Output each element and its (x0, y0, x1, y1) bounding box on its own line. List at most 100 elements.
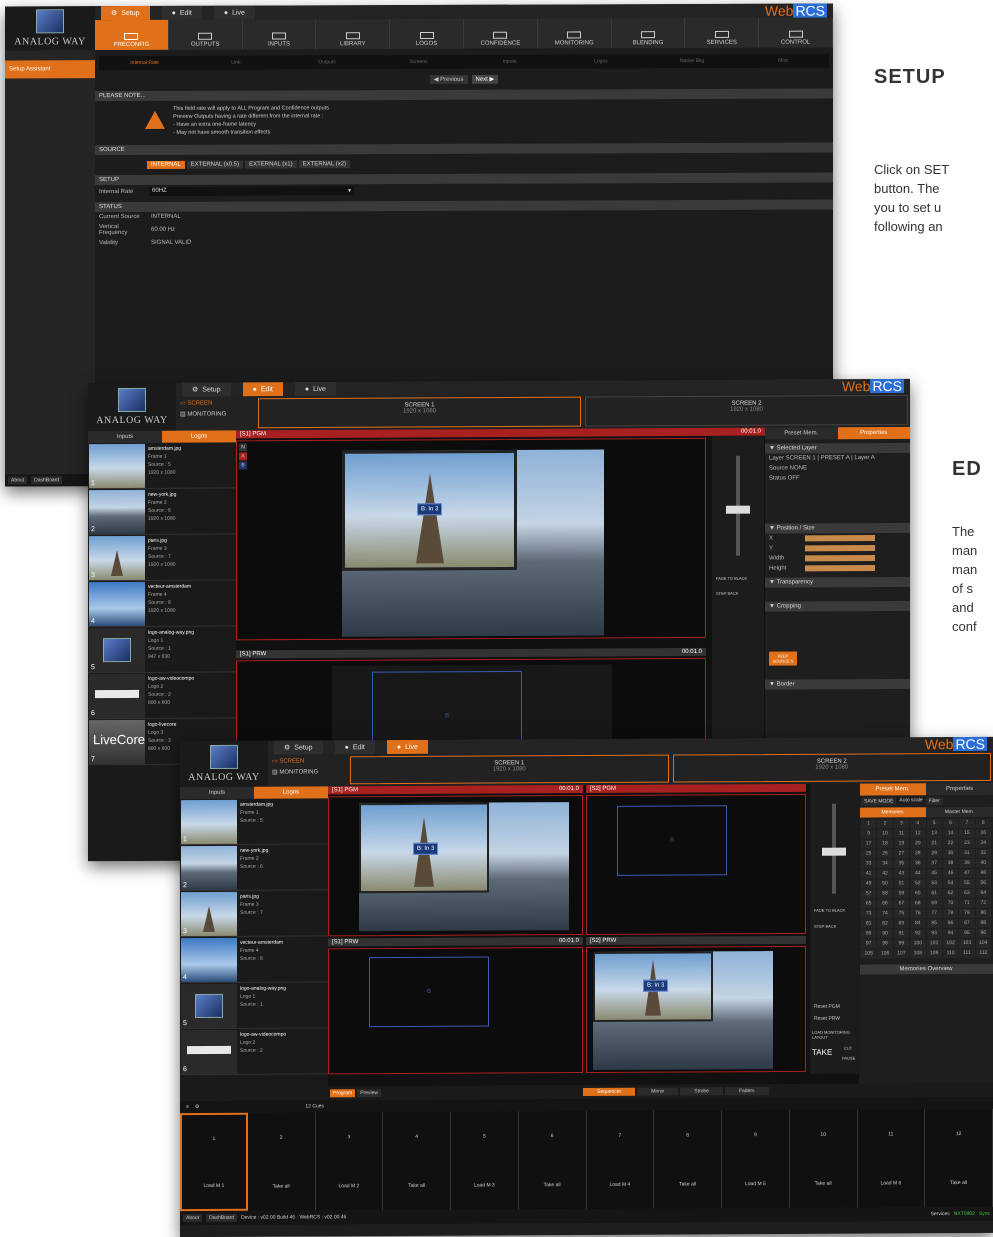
sidebar-item-setup-assistant[interactable]: Setup Assistant (5, 60, 95, 79)
memory-slot[interactable]: 85 (926, 919, 942, 929)
cue-item[interactable]: 4 Take all (383, 1111, 451, 1211)
auto-scale-toggle[interactable]: Auto scale (899, 797, 922, 805)
memory-slot[interactable]: 8 (975, 818, 991, 828)
wizard-step-screens[interactable]: Screens (373, 59, 464, 65)
memory-slot[interactable]: 19 (893, 839, 910, 849)
memory-slot[interactable]: 50 (877, 879, 893, 889)
field-bar[interactable] (805, 535, 875, 542)
cut-button[interactable]: CUT (844, 1046, 852, 1051)
field-bar[interactable] (805, 565, 875, 572)
memory-slot[interactable]: 101 (926, 939, 942, 949)
memory-slot[interactable]: 42 (877, 869, 893, 879)
memory-slot[interactable]: 74 (877, 909, 893, 919)
memory-slot[interactable]: 17 (861, 839, 877, 849)
cue-item[interactable]: 6 Take all (518, 1111, 587, 1210)
step-back-button[interactable]: STEP BACK (814, 924, 858, 929)
memory-slot[interactable]: 14 (942, 829, 959, 839)
wizard-step-logos[interactable]: Logos (555, 58, 646, 64)
pgm-monitor[interactable]: NAB B: In 3 (236, 437, 706, 641)
source-external-x1-option[interactable]: EXTERNAL (x1) (245, 160, 297, 169)
pause-button[interactable]: PAUSE (842, 1056, 855, 1061)
memory-slot[interactable]: 21 (926, 839, 942, 849)
memory-slot[interactable]: 104 (975, 938, 991, 948)
memory-slot[interactable]: 81 (861, 919, 877, 929)
preset-mem-tab[interactable]: Preset Mem. (859, 783, 926, 796)
memory-slot[interactable]: 79 (959, 908, 975, 919)
memory-slot[interactable]: 107 (893, 949, 910, 959)
keep-sources-button[interactable]: KEEP SOURCE'S (769, 651, 797, 666)
cue-item[interactable]: 11 Load M 6 (857, 1109, 926, 1208)
layer-a-button[interactable]: A (239, 452, 247, 461)
source-internal-option[interactable]: INTERNAL (147, 160, 185, 169)
memory-slot[interactable]: 53 (926, 879, 942, 889)
memory-slot[interactable]: 90 (877, 929, 893, 939)
memory-slot[interactable]: 6 (942, 819, 959, 829)
memory-slot[interactable]: 58 (877, 889, 893, 899)
screen1-tab[interactable]: SCREEN 1 1920 x 1080 (258, 396, 581, 429)
memory-slot[interactable]: 92 (910, 929, 926, 939)
fade-to-black-button[interactable]: FADE TO BLACK (814, 908, 858, 913)
tab-library[interactable]: LIBRARY (316, 19, 391, 50)
memory-slot[interactable]: 35 (893, 859, 910, 869)
previous-button[interactable]: ◀ Previous (429, 74, 468, 84)
memory-slot[interactable]: 62 (942, 889, 959, 899)
screen2-tab[interactable]: SCREEN 2 1920 x 1080 (585, 394, 908, 427)
memory-slot[interactable]: 60 (910, 889, 926, 899)
memory-slot[interactable]: 46 (942, 869, 959, 879)
source-item[interactable]: 4 vecteur-amsterdam Frame 4 Source : 8 1920 … (88, 580, 236, 628)
memory-slot[interactable]: 33 (861, 859, 877, 869)
memory-slot[interactable]: 30 (942, 849, 959, 859)
layer-b-button[interactable]: B (239, 461, 247, 470)
memory-slot[interactable]: 75 (893, 909, 910, 919)
tab-confidence[interactable]: CONFIDENCE (463, 18, 538, 49)
memory-slot[interactable]: 76 (910, 909, 926, 919)
source-item[interactable]: 4 vecteur-amsterdam Frame 4 Source : 8 (180, 936, 328, 984)
memory-slot[interactable]: 11 (893, 829, 910, 839)
memory-slot[interactable]: 106 (877, 949, 893, 959)
tab-monitoring[interactable]: MONITORING (537, 18, 612, 49)
wizard-step-outputs[interactable]: Outputs (282, 59, 373, 65)
mode-live-button[interactable]: ● Live (386, 739, 428, 755)
seq-tab-mirror[interactable]: Mirror (637, 1087, 679, 1096)
properties-tab[interactable]: Properties (926, 782, 993, 796)
monitoring-menu-item[interactable]: ▤ MONITORING (180, 409, 252, 420)
memory-slot[interactable]: 65 (861, 899, 877, 909)
memory-slot[interactable]: 5 (926, 819, 942, 829)
memory-slot[interactable]: 28 (910, 849, 926, 859)
memory-slot[interactable]: 111 (959, 948, 975, 959)
mode-live-button[interactable]: ● Live (294, 381, 336, 397)
memory-slot[interactable]: 55 (959, 878, 975, 889)
mode-setup-button[interactable]: ⚙ Setup (101, 5, 150, 21)
internal-rate-select[interactable]: 60HZ ▾ (149, 186, 354, 196)
memory-slot[interactable]: 100 (910, 939, 926, 949)
master-mem-tab[interactable]: Master Mem. (926, 806, 993, 818)
memory-slot[interactable]: 54 (942, 879, 959, 889)
logos-tab[interactable]: Logos (254, 786, 328, 799)
memory-slot[interactable]: 41 (861, 869, 877, 879)
memory-slot[interactable]: 26 (877, 849, 893, 859)
source-item[interactable]: 2 new-york.jpg Frame 2 Source : 6 1920 x 108… (88, 488, 236, 536)
memory-slot[interactable]: 83 (893, 919, 910, 929)
memory-slot[interactable]: 15 (959, 828, 975, 839)
memory-slot[interactable]: 44 (910, 869, 926, 879)
memory-slot[interactable]: 12 (910, 829, 926, 839)
source-item[interactable]: 3 paris.jpg Frame 3 Source : 7 1920 x 1080 (88, 534, 236, 582)
inputs-tab[interactable]: Inputs (180, 786, 254, 800)
memory-slot[interactable]: 98 (877, 939, 893, 949)
cue-item[interactable]: 10 Take all (789, 1109, 858, 1208)
screen-menu-item[interactable]: ▭ SCREEN (180, 398, 252, 409)
cue-item[interactable]: 1 Load M 1 (180, 1112, 248, 1212)
memory-slot[interactable]: 72 (975, 898, 991, 908)
cue-item[interactable]: 9 Load M 5 (722, 1109, 790, 1209)
cue-item[interactable]: 8 Take all (654, 1110, 722, 1209)
tab-logos[interactable]: LOGOS (390, 18, 464, 50)
memory-slot[interactable]: 71 (959, 898, 975, 909)
tab-blending[interactable]: BLENDING (611, 18, 686, 49)
memory-slot[interactable]: 20 (910, 839, 926, 849)
memory-slot[interactable]: 108 (910, 949, 926, 959)
memory-slot[interactable]: 27 (893, 849, 910, 859)
memory-slot[interactable]: 52 (910, 879, 926, 889)
memory-slot[interactable]: 105 (861, 949, 877, 959)
memory-slot[interactable]: 67 (893, 899, 910, 909)
source-item[interactable]: 5 logo-analog-way.png Logo 1 Source : 1 847 … (88, 626, 236, 674)
